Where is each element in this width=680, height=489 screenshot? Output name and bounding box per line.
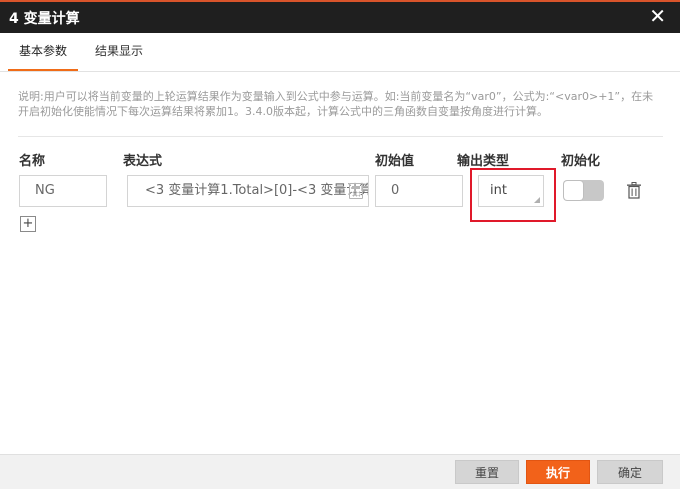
add-row-button[interactable]: + [20,216,36,232]
toggle-knob [564,181,583,200]
output-type-highlight [470,168,556,222]
tab-result-display[interactable]: 结果显示 [86,33,152,69]
expression-field[interactable]: <3 变量计算1.Total>[0]-<3 变量计算1.OK>[0] [127,175,369,207]
close-icon[interactable]: ✕ [649,6,666,26]
initialize-toggle[interactable] [563,180,604,201]
delete-icon[interactable] [626,182,642,199]
initial-value-field[interactable]: 0 [375,175,463,207]
confirm-button[interactable]: 确定 [597,460,663,484]
divider [18,136,663,137]
initial-value: 0 [391,183,400,198]
column-header-name: 名称 [19,154,46,169]
column-header-output-type: 输出类型 [457,154,510,169]
column-header-initialize: 初始化 [561,154,601,169]
calculator-icon[interactable] [349,183,363,199]
description-text: 说明:用户可以将当前变量的上轮运算结果作为变量输入到公式中参与运算。如:当前变量… [18,90,654,118]
tab-bar: 基本参数 结果显示 [0,33,680,72]
expression-value: <3 变量计算1.Total>[0]-<3 变量计算1.OK>[0] [145,183,368,198]
column-header-initial-value: 初始值 [375,154,415,169]
reset-button[interactable]: 重置 [455,460,519,484]
execute-button[interactable]: 执行 [526,460,590,484]
window-title: 4 变量计算 [9,11,80,27]
title-bar: 4 变量计算 ✕ [0,0,680,33]
tab-basic-params[interactable]: 基本参数 [8,33,78,71]
footer-bar: 重置 执行 确定 [0,454,680,489]
name-field[interactable]: NG [19,175,107,207]
name-value: NG [35,183,55,198]
column-header-expression: 表达式 [123,154,163,169]
